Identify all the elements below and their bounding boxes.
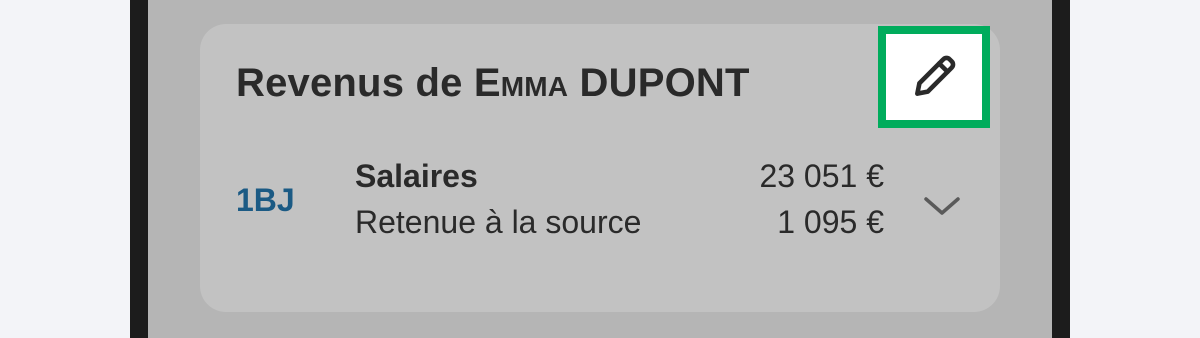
income-label: Salaires — [355, 158, 478, 194]
income-card: Revenus de Emma DUPONT 1BJ Salaires Rete… — [200, 24, 1000, 312]
last-name: DUPONT — [568, 61, 750, 105]
screen: Revenus de Emma DUPONT 1BJ Salaires Rete… — [148, 0, 1052, 338]
first-name: Emma — [473, 61, 569, 105]
income-row[interactable]: 1BJ Salaires Retenue à la source 23 051 … — [200, 154, 1000, 254]
edit-button[interactable] — [878, 26, 990, 128]
income-code: 1BJ — [236, 182, 295, 218]
income-sub-amount: 1 095 € — [777, 204, 884, 240]
chevron-down-icon — [924, 197, 960, 215]
expand-button[interactable] — [920, 184, 964, 228]
pencil-icon — [915, 55, 956, 96]
income-sub-label: Retenue à la source — [355, 204, 642, 240]
income-amount: 23 051 € — [759, 158, 884, 194]
device-frame: Revenus de Emma DUPONT 1BJ Salaires Rete… — [130, 0, 1070, 338]
title-prefix: Revenus de — [236, 61, 474, 105]
card-title: Revenus de Emma DUPONT — [236, 60, 750, 106]
